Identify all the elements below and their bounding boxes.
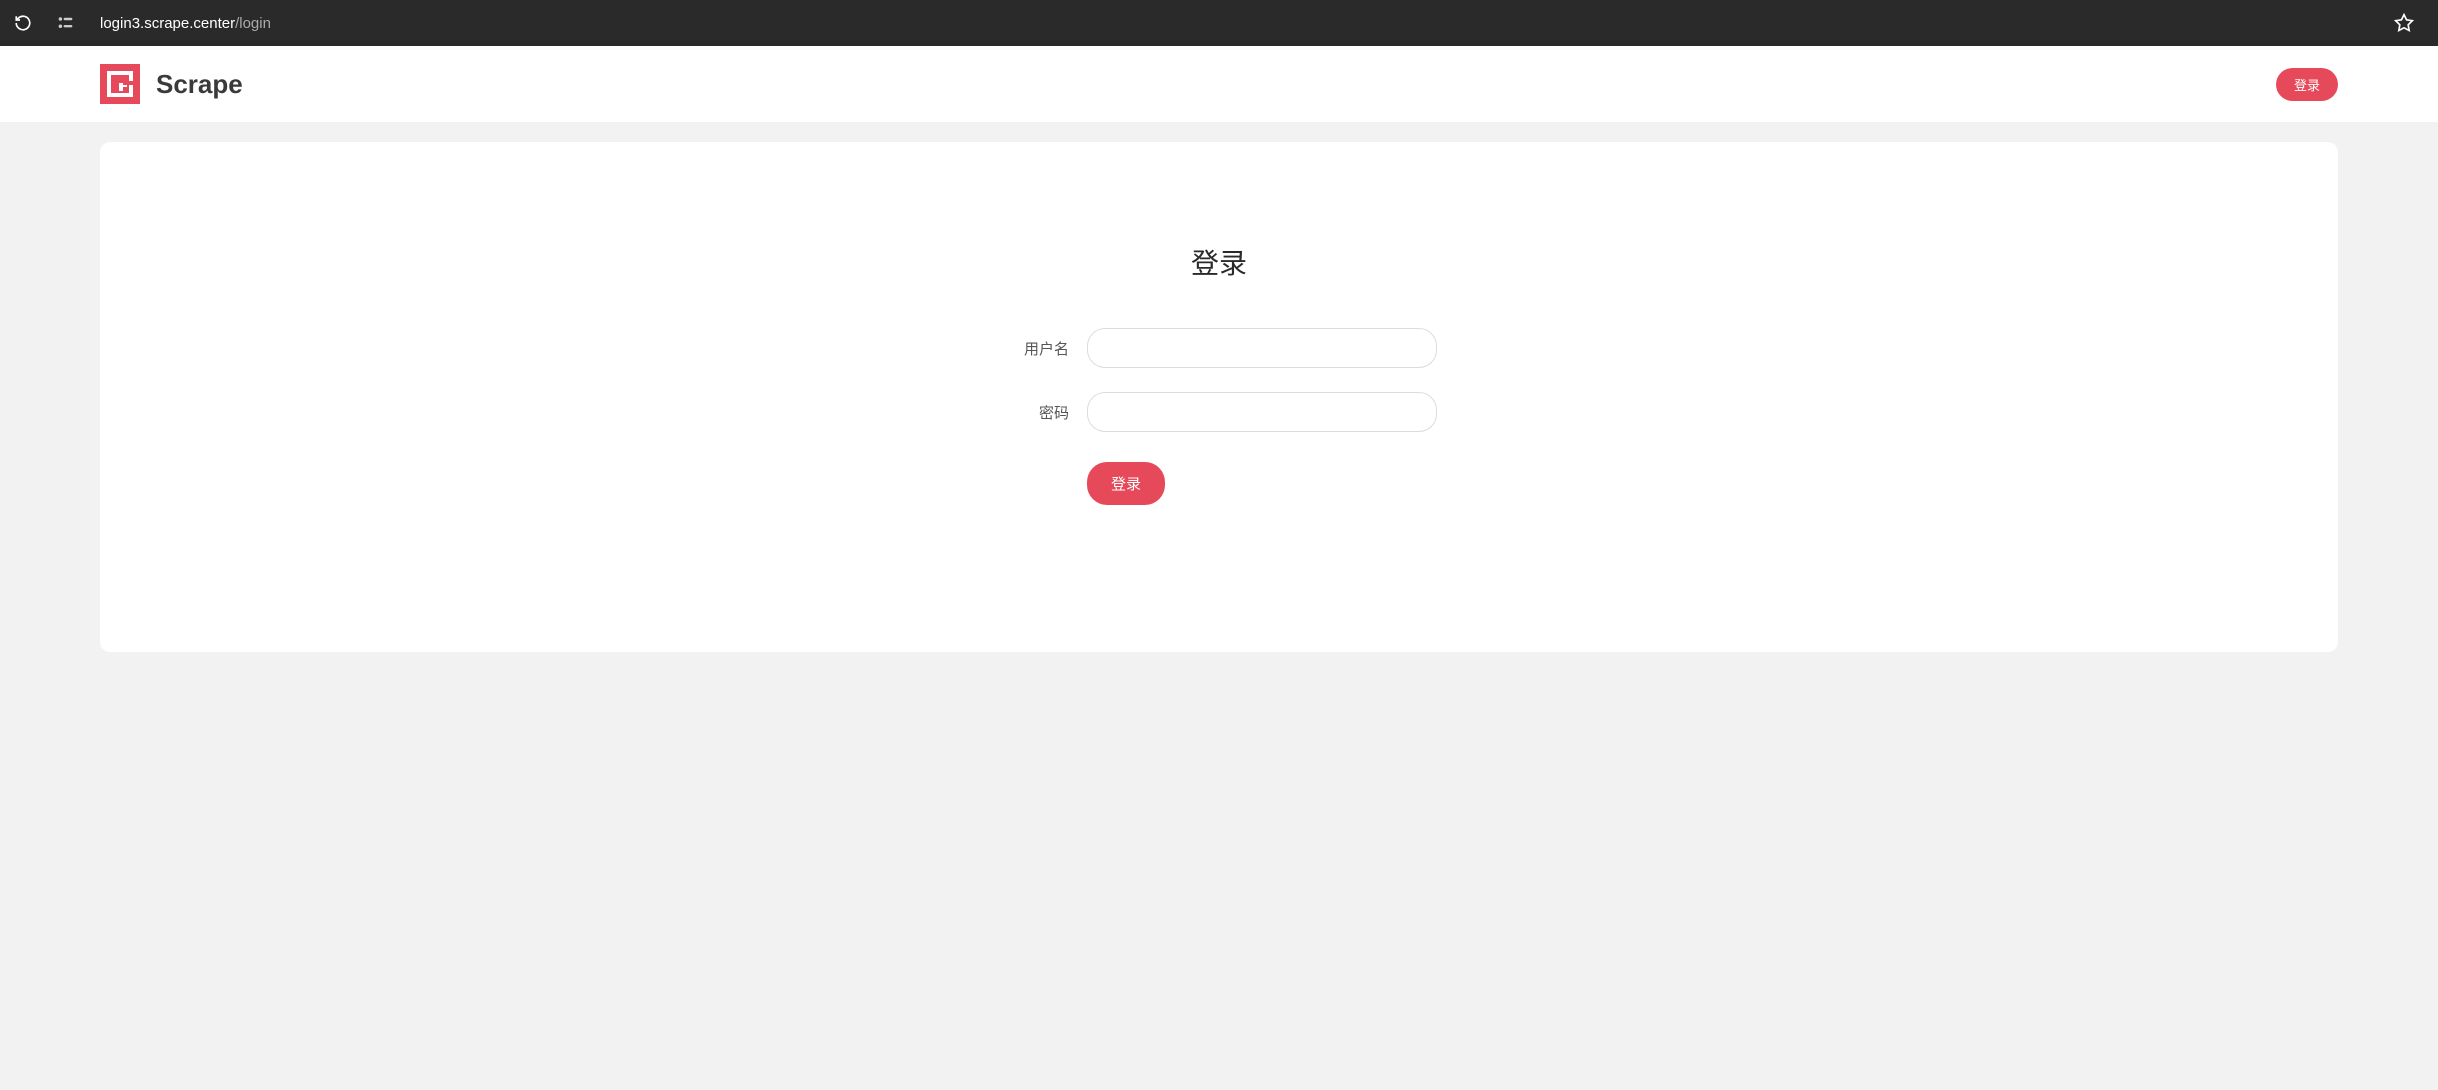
header-login-button[interactable]: 登录 <box>2276 68 2338 101</box>
login-submit-button[interactable]: 登录 <box>1087 462 1165 505</box>
brand-name: Scrape <box>156 69 243 100</box>
main-content: 登录 用户名 密码 登录 <box>0 122 2438 672</box>
url-text[interactable]: login3.scrape.center/login <box>100 15 2374 32</box>
logo-icon <box>100 64 140 104</box>
login-title: 登录 <box>140 242 2298 282</box>
username-input[interactable] <box>1087 328 1437 368</box>
url-path: /login <box>235 15 271 32</box>
site-info-icon[interactable] <box>52 13 80 33</box>
reload-icon[interactable] <box>14 14 32 32</box>
username-label: 用户名 <box>1001 338 1069 359</box>
submit-row: 登录 <box>140 462 2298 505</box>
brand[interactable]: Scrape <box>100 64 243 104</box>
browser-address-bar: login3.scrape.center/login <box>0 0 2438 46</box>
username-row: 用户名 <box>140 328 2298 368</box>
password-row: 密码 <box>140 392 2298 432</box>
bookmark-star-icon[interactable] <box>2394 13 2414 33</box>
password-input[interactable] <box>1087 392 1437 432</box>
password-label: 密码 <box>1001 402 1069 423</box>
url-host: login3.scrape.center <box>100 15 235 32</box>
site-header: Scrape 登录 <box>0 46 2438 122</box>
login-card: 登录 用户名 密码 登录 <box>100 142 2338 652</box>
